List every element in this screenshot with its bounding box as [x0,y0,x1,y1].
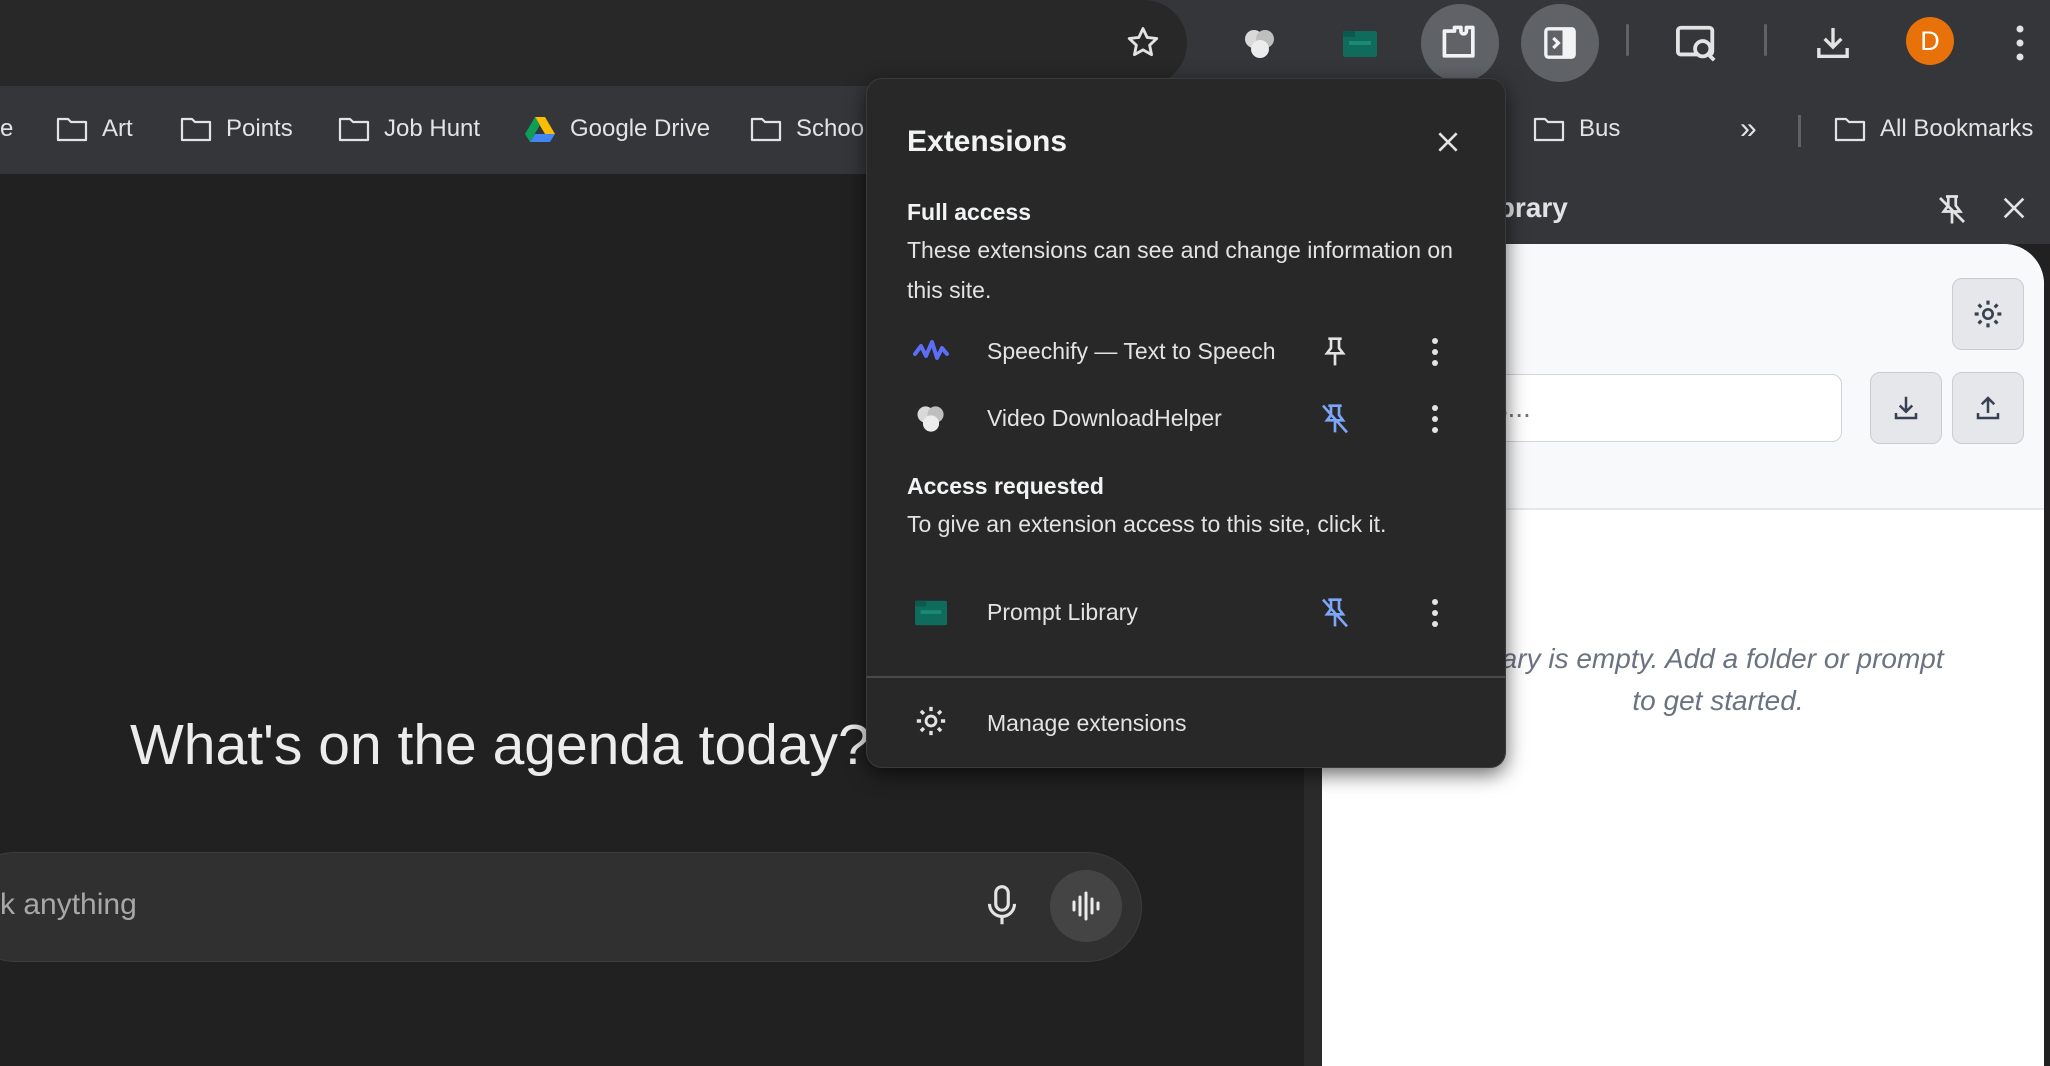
access-requested-description: To give an extension access to this site… [907,511,1387,537]
folder-icon [56,117,88,142]
bookmarks-separator [1798,115,1801,147]
more-options-icon[interactable] [1413,397,1457,441]
folder-icon [1533,117,1565,142]
waveform-icon [1072,891,1100,921]
bookmark-star-icon[interactable] [1124,19,1162,65]
bookmark-label: All Bookmarks [1880,115,2034,142]
settings-button[interactable] [1952,278,2024,350]
pin-icon[interactable] [1313,330,1357,374]
extension-row-video-downloadhelper[interactable]: Video DownloadHelper [867,379,1505,459]
browser-menu-icon[interactable] [2000,18,2040,68]
bookmark-folder-job-hunt[interactable]: Job Hunt [338,109,480,149]
more-options-icon[interactable] [1413,330,1457,374]
extension-row-prompt-library[interactable]: Prompt Library [867,573,1505,653]
close-icon[interactable] [1429,123,1467,161]
unpinned-icon[interactable] [1313,591,1357,635]
browser-toolbar: D [0,0,2050,88]
manage-extensions-label: Manage extensions [987,710,1187,736]
bookmark-label: Bus [1579,115,1621,142]
full-access-heading: Full access [907,199,1032,225]
bookmarks-overflow-button[interactable]: » [1740,109,1757,149]
speechify-icon [911,332,951,372]
voice-mode-button[interactable] [1050,870,1122,942]
bookmark-folder-art[interactable]: Art [56,109,133,149]
gear-icon [1974,300,2002,328]
side-panel-toggle[interactable] [1521,4,1599,82]
extension-name: Speechify — Text to Speech [987,338,1276,364]
popup-title: Extensions [907,125,1068,158]
bookmark-label: Google Drive [570,115,711,142]
extensions-button[interactable] [1421,4,1499,82]
folder-icon [338,117,370,142]
downloads-icon[interactable] [1808,18,1858,68]
tab-search-icon[interactable] [1672,18,1722,68]
unpinned-icon[interactable] [1313,397,1357,441]
bookmark-folder-bus[interactable]: Bus [1533,109,1620,149]
folder-icon [750,117,782,142]
microphone-icon[interactable] [983,882,1021,932]
more-options-icon[interactable] [1413,591,1457,635]
close-panel-icon[interactable] [1998,192,2034,228]
bookmark-label: Schoo [796,115,865,142]
chevron-double-right-icon: » [1740,112,1757,145]
page-headline: What's on the agenda today? [130,713,870,777]
bookmark-label: Job Hunt [384,115,481,142]
bookmark-label: Art [102,115,133,142]
video-downloadhelper-icon [911,399,951,439]
address-bar[interactable] [0,0,1187,86]
folder-icon [180,117,212,142]
upload-icon [1976,396,2000,420]
extensions-popup: Extensions Full access These extensions … [866,78,1506,768]
bookmark-label: Points [226,115,293,142]
profile-avatar[interactable]: D [1906,17,1954,65]
folder-icon [1834,117,1866,142]
all-bookmarks-folder[interactable]: All Bookmarks [1834,109,2033,149]
unpin-icon[interactable] [1934,192,1970,228]
prompt-library-icon [911,593,951,633]
prompt-library-toolbar-icon[interactable] [1336,22,1384,66]
full-access-description: These extensions can see and change info… [907,237,1453,303]
download-icon [1894,396,1918,420]
bookmark-folder[interactable]: e [0,109,13,149]
gear-icon [911,701,951,741]
export-button[interactable] [1952,372,2024,444]
bookmark-google-drive[interactable]: Google Drive [524,109,710,149]
extension-name: Prompt Library [987,599,1138,625]
google-drive-icon [525,117,555,142]
toolbar-separator [1626,24,1629,56]
bookmark-folder-points[interactable]: Points [180,109,293,149]
import-button[interactable] [1870,372,1942,444]
extension-name: Video DownloadHelper [987,405,1222,431]
chat-input[interactable] [0,888,700,922]
manage-extensions-button[interactable]: Manage extensions [867,679,1505,767]
access-requested-heading: Access requested [907,473,1104,499]
toolbar-separator [1764,24,1767,56]
video-downloadhelper-toolbar-icon[interactable] [1236,20,1284,68]
bookmark-folder-school[interactable]: Schoo [750,109,864,149]
popup-divider [867,676,1505,678]
bookmark-label: e [0,115,14,142]
